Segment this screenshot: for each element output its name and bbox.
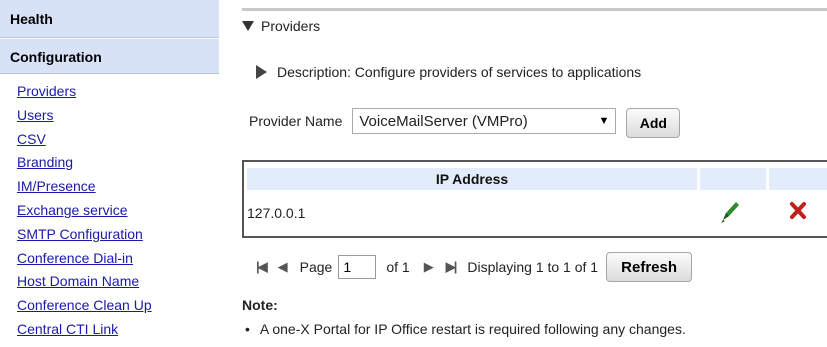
note-heading: Note: bbox=[242, 297, 278, 313]
table-header-row: IP Address bbox=[244, 162, 827, 192]
sidebar-link-im-presence[interactable]: IM/Presence bbox=[17, 175, 219, 199]
refresh-button[interactable]: Refresh bbox=[606, 252, 693, 282]
note-list-item: • A one-X Portal for IP Office restart is… bbox=[245, 321, 686, 337]
sidebar-link-users[interactable]: Users bbox=[17, 104, 219, 128]
sidebar-section-configuration[interactable]: Configuration bbox=[0, 38, 219, 74]
bullet-icon: • bbox=[245, 321, 250, 337]
previous-page-icon[interactable]: ◀ bbox=[278, 259, 288, 275]
column-header-edit bbox=[700, 168, 766, 190]
expand-triangle-icon bbox=[256, 65, 267, 79]
provider-name-row: Provider Name VoiceMailServer (VMPro) ▼ … bbox=[249, 104, 681, 138]
page-label: Page bbox=[299, 259, 333, 275]
next-page-icon[interactable]: ▶ bbox=[424, 259, 434, 275]
last-page-icon[interactable]: ▶| bbox=[446, 259, 458, 275]
table-cell-ip: 127.0.0.1 bbox=[247, 205, 306, 221]
page-number-input[interactable] bbox=[338, 255, 377, 279]
section-title: Providers bbox=[261, 18, 321, 34]
provider-name-label: Provider Name bbox=[249, 113, 343, 129]
top-divider bbox=[242, 8, 827, 11]
sidebar-link-csv[interactable]: CSV bbox=[17, 128, 219, 152]
displaying-count-text: Displaying 1 to 1 of 1 bbox=[467, 259, 599, 275]
note-text: A one-X Portal for IP Office restart is … bbox=[259, 321, 686, 337]
sidebar-link-central-cti-link[interactable]: Central CTI Link bbox=[17, 318, 219, 342]
pagination-bar: |◀ ◀ Page of 1 ▶ ▶| Displaying 1 to 1 of… bbox=[256, 251, 693, 283]
sidebar-link-providers[interactable]: Providers bbox=[17, 80, 219, 104]
provider-name-select[interactable]: VoiceMailServer (VMPro) ▼ bbox=[352, 108, 617, 134]
first-page-icon[interactable]: |◀ bbox=[256, 259, 268, 275]
sidebar-link-branding[interactable]: Branding bbox=[17, 151, 219, 175]
column-header-delete bbox=[769, 168, 827, 190]
description-toggle[interactable]: Description: Configure providers of serv… bbox=[256, 64, 641, 80]
add-button[interactable]: Add bbox=[626, 108, 681, 138]
column-header-ip-address[interactable]: IP Address bbox=[247, 168, 697, 190]
provider-select-value: VoiceMailServer (VMPro) bbox=[359, 112, 528, 130]
sidebar-section-health[interactable]: Health bbox=[0, 0, 219, 38]
delete-x-icon[interactable] bbox=[788, 200, 808, 222]
collapse-triangle-icon bbox=[242, 21, 254, 31]
sidebar-link-list: Providers Users CSV Branding IM/Presence… bbox=[0, 74, 219, 342]
sidebar-link-conference-clean-up[interactable]: Conference Clean Up bbox=[17, 294, 219, 318]
description-text: Description: Configure providers of serv… bbox=[277, 64, 642, 80]
edit-pencil-icon[interactable] bbox=[719, 200, 741, 224]
providers-section-toggle[interactable]: Providers bbox=[242, 18, 320, 34]
ip-address-table: IP Address 127.0.0.1 bbox=[242, 160, 827, 238]
sidebar-link-conference-dial-in[interactable]: Conference Dial-in bbox=[17, 247, 219, 271]
sidebar: Health Configuration Providers Users CSV… bbox=[0, 0, 219, 347]
dropdown-arrow-icon: ▼ bbox=[598, 115, 610, 127]
sidebar-link-smtp-configuration[interactable]: SMTP Configuration bbox=[17, 223, 219, 247]
main-panel: Providers Description: Configure provide… bbox=[232, 0, 827, 347]
sidebar-link-host-domain-name[interactable]: Host Domain Name bbox=[17, 270, 219, 294]
sidebar-link-exchange-service[interactable]: Exchange service bbox=[17, 199, 219, 223]
of-pages-label: of 1 bbox=[386, 259, 410, 275]
